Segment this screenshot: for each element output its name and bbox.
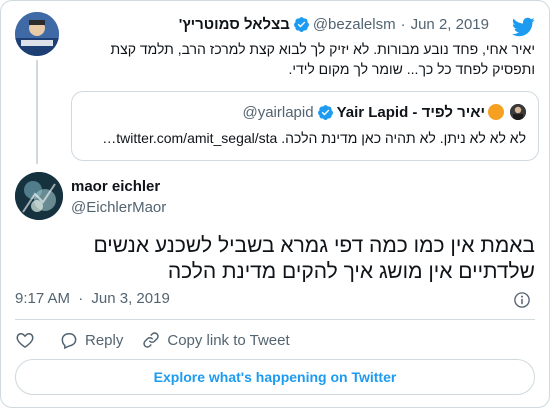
verified-badge-icon <box>293 16 309 32</box>
header-separator: · <box>400 15 406 33</box>
parent-tweet-date[interactable]: Jun 2, 2019 <box>411 16 489 33</box>
verified-badge-icon <box>317 104 333 120</box>
quoted-tweet[interactable]: @yairlapid Yair Lapid - יאיר לפיד לא לא … <box>71 91 539 161</box>
tweet-date[interactable]: Jun 3, 2019 <box>91 290 169 307</box>
like-button[interactable] <box>15 330 41 350</box>
info-icon[interactable] <box>513 291 531 309</box>
twitter-bird-icon[interactable] <box>511 15 535 39</box>
tweet-embed-card: בצלאל סמוטריץ' @bezalelsm · Jun 2, 2019 … <box>0 0 550 408</box>
parent-author-handle[interactable]: @bezalelsm <box>313 16 396 33</box>
main-tweet-timestamp[interactable]: 9:17 AM · Jun 3, 2019 <box>15 290 170 307</box>
main-author-name[interactable]: maor eichler <box>71 178 160 195</box>
tweet-time[interactable]: 9:17 AM <box>15 290 70 307</box>
quoted-author-avatar <box>510 104 526 120</box>
orange-circle-icon <box>488 104 504 120</box>
copy-link-button[interactable]: Copy link to Tweet <box>141 330 290 350</box>
parent-tweet-text: יאיר אחי, פחד נובע מבורות. לא יזיק לך לב… <box>110 41 535 77</box>
tweet-actions: Reply Copy link to Tweet <box>15 329 308 351</box>
parent-tweet-header: בצלאל סמוטריץ' @bezalelsm · Jun 2, 2019 <box>179 13 489 35</box>
quoted-tweet-header: @yairlapid Yair Lapid - יאיר לפיד <box>242 102 526 122</box>
quoted-author-name: Yair Lapid - יאיר לפיד <box>336 103 485 121</box>
reply-label: Reply <box>85 331 124 349</box>
parent-author-name[interactable]: בצלאל סמוטריץ' <box>179 16 290 33</box>
quoted-tweet-text: לא לא לא ניתן. לא תהיה כאן מדינת הלכה. t… <box>102 130 526 146</box>
quoted-author-handle: @yairlapid <box>242 103 314 121</box>
meta-separator: · <box>78 290 84 307</box>
explore-twitter-button[interactable]: Explore what's happening on Twitter <box>15 359 535 395</box>
thread-connector-line <box>36 60 38 164</box>
copy-link-label: Copy link to Tweet <box>167 331 290 349</box>
main-tweet-text: באמת אין כמו כמה דפי גמרא בשביל לשכנע אנ… <box>93 234 535 283</box>
divider <box>15 319 535 320</box>
parent-author-avatar[interactable] <box>15 12 59 56</box>
reply-button[interactable]: Reply <box>59 330 123 350</box>
reply-icon <box>61 333 77 350</box>
heart-icon <box>16 332 34 348</box>
link-icon <box>143 332 160 348</box>
main-author-handle[interactable]: @EichlerMaor <box>71 199 166 216</box>
main-author-avatar[interactable] <box>15 172 63 220</box>
